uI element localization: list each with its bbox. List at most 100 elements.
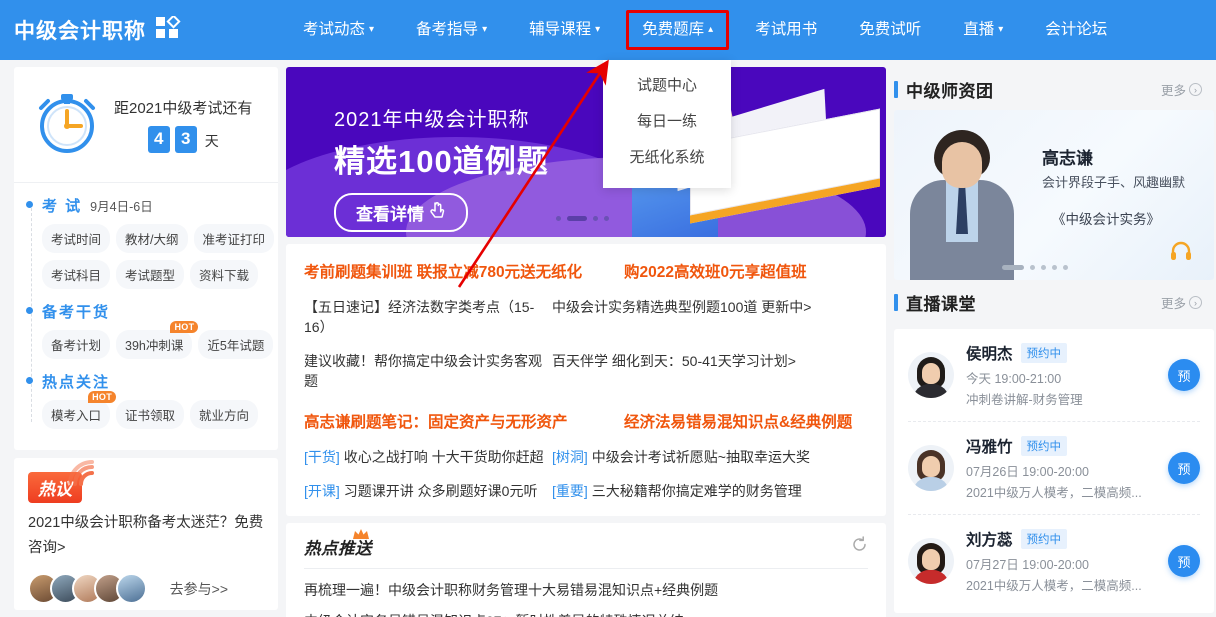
nav-item-7[interactable]: 会计论坛: [1024, 0, 1128, 60]
carousel-dot[interactable]: [1030, 265, 1035, 270]
nav-item-2[interactable]: 辅导课程 ▾: [508, 0, 621, 60]
link-tag-textbook-outline[interactable]: 教材/大纲: [116, 224, 188, 253]
push-item[interactable]: 再梳理一遍！中级会计职称财务管理十大易错易混知识点+经典例题: [304, 569, 868, 600]
live-teacher-name: 冯雅竹: [966, 439, 1013, 456]
reserve-button[interactable]: 预: [1168, 452, 1200, 484]
carousel-dot[interactable]: [556, 216, 561, 221]
nav-label: 免费题库: [642, 21, 705, 38]
link-tag-career[interactable]: 就业方向: [190, 400, 259, 429]
link-tag-question-types[interactable]: 考试题型: [116, 260, 185, 289]
carousel-dot[interactable]: [1052, 265, 1057, 270]
chevron-down-icon: ▾: [595, 24, 601, 35]
hot-discussion-text[interactable]: 2021中级会计职称备考太迷茫？免费咨询>: [28, 511, 264, 561]
news-link[interactable]: [重要] 三大秘籍帮你搞定难学的财务管理: [552, 481, 802, 501]
clock-icon: [30, 85, 104, 164]
news-link[interactable]: 中级会计实务精选典型例题100道 更新中>: [552, 297, 811, 337]
news-highlight-0[interactable]: 考前刷题集训班 联报立减780元送无纸化: [304, 260, 624, 282]
reserve-button[interactable]: 预: [1168, 545, 1200, 577]
link-tag-past-papers[interactable]: 近5年试题: [198, 330, 274, 359]
bullet-icon: [26, 377, 33, 384]
nav-item-free-question-bank[interactable]: 免费题库 ▴: [621, 0, 734, 60]
main-content: 经典 2021年中级会计职称 精选100道例题 查看详情: [286, 67, 886, 617]
live-item-top: 侯明杰 预约中: [966, 342, 1162, 364]
nav-item-0[interactable]: 考试动态 ▾: [282, 0, 395, 60]
live-section-more-link[interactable]: 更多 ›: [1161, 293, 1202, 312]
teacher-photo: [898, 118, 1026, 280]
live-item-info: 刘方蕊 预约中 07月27日 19:00-20:00 2021中级万人模考，二模…: [966, 528, 1162, 594]
nav-item-6[interactable]: 直播 ▾: [942, 0, 1024, 60]
carousel-dot[interactable]: [604, 216, 609, 221]
countdown-unit: 天: [204, 132, 219, 149]
live-list-item[interactable]: 冯雅竹 预约中 07月26日 19:00-20:00 2021中级万人模考，二模…: [908, 421, 1200, 514]
banner-line1: 2021年中级会计职称: [334, 109, 530, 131]
nav-item-5[interactable]: 免费试听: [838, 0, 942, 60]
news-highlight-row: 考前刷题集训班 联报立减780元送无纸化 购2022高效班0元享超值班: [304, 254, 868, 290]
link-tag-39h-sprint[interactable]: 39h冲刺课 HOT: [116, 321, 199, 359]
link-tag-exam-subjects[interactable]: 考试科目: [42, 260, 111, 289]
nav-item-1[interactable]: 备考指导 ▾: [395, 0, 508, 60]
live-time: 07月26日 19:00-20:00: [966, 465, 1090, 479]
live-item-info: 侯明杰 预约中 今天 19:00-21:00 冲刺卷讲解-财务管理: [966, 342, 1162, 408]
news-tag: [树洞]: [552, 449, 588, 465]
news-link[interactable]: 建议收藏！帮你搞定中级会计实务客观题: [304, 351, 552, 391]
teacher-card[interactable]: 高志谦 会计界段子手、风趣幽默 《中级会计实务》: [894, 110, 1214, 280]
live-subject: 冲刺卷讲解-财务管理: [966, 393, 1083, 407]
nav-label: 免费试听: [859, 21, 922, 38]
live-item-info: 冯雅竹 预约中 07月26日 19:00-20:00 2021中级万人模考，二模…: [966, 435, 1162, 501]
link-row: 备考计划 39h冲刺课 HOT 近5年试题: [14, 321, 278, 359]
signal-icon: [66, 458, 100, 493]
news-row: 【五日速记】经济法数字类考点（15-16） 中级会计实务精选典型例题100道 更…: [304, 290, 868, 344]
carousel-dot[interactable]: [1063, 265, 1068, 270]
news-highlight-2[interactable]: 高志谦刷题笔记：固定资产与无形资产: [304, 410, 624, 432]
news-tag: [重要]: [552, 483, 588, 499]
news-link[interactable]: [干货] 收心之战打响 十大干货助你赶超: [304, 447, 552, 467]
live-list-item[interactable]: 刘方蕊 预约中 07月27日 19:00-20:00 2021中级万人模考，二模…: [908, 514, 1200, 607]
link-tag-materials-download[interactable]: 资料下载: [190, 260, 259, 289]
link-tag-certificate[interactable]: 证书领取: [116, 400, 185, 429]
logo[interactable]: 中级会计职称: [14, 13, 182, 45]
join-discussion-link[interactable]: 去参与>>: [170, 579, 228, 599]
link-tag-mock-exam[interactable]: 模考入口 HOT: [42, 391, 117, 429]
headset-icon[interactable]: [1170, 241, 1192, 266]
link-row: 考试科目 考试题型 资料下载: [14, 260, 278, 289]
banner-cta-button[interactable]: 查看详情: [334, 193, 468, 232]
dropdown-item-question-center[interactable]: 试题中心: [603, 68, 731, 104]
news-link[interactable]: [树洞] 中级会计考试祈愿贴~抽取幸运大奖: [552, 447, 810, 467]
news-highlight-1[interactable]: 购2022高效班0元享超值班: [624, 260, 807, 282]
carousel-dot[interactable]: [1041, 265, 1046, 270]
hot-badge: HOT: [88, 391, 117, 403]
live-list-item[interactable]: 侯明杰 预约中 今天 19:00-21:00 冲刺卷讲解-财务管理 预: [908, 329, 1200, 421]
carousel-dot[interactable]: [593, 216, 598, 221]
carousel-dot-active[interactable]: [1002, 265, 1024, 270]
nav-item-4[interactable]: 考试用书: [734, 0, 838, 60]
link-tag-study-plan[interactable]: 备考计划: [42, 330, 111, 359]
reserve-button[interactable]: 预: [1168, 359, 1200, 391]
news-highlight-3[interactable]: 经济法易错易混知识点&经典例题: [624, 410, 852, 432]
chevron-right-icon: ›: [1189, 83, 1202, 96]
logo-text: 中级会计职称: [14, 20, 146, 43]
push-item[interactable]: 中级会计实务易错易混知识点07：暂时性差异的特殊情况总结: [304, 600, 868, 617]
avatar-face: [922, 549, 940, 570]
refresh-icon[interactable]: [851, 536, 868, 558]
nav-label: 会计论坛: [1045, 21, 1108, 38]
promo-banner[interactable]: 经典 2021年中级会计职称 精选100道例题 查看详情: [286, 67, 886, 237]
teacher-section-more-link[interactable]: 更多 ›: [1161, 80, 1202, 99]
news-link[interactable]: 【五日速记】经济法数字类考点（15-16）: [304, 297, 552, 337]
left-sidebar: 距2021中级考试还有 4 3 天 考 试 9月4日-6日 考试时间 教材/大纲…: [14, 67, 278, 617]
news-link[interactable]: [开课] 习题课开讲 众多刷题好课0元听: [304, 481, 552, 501]
dropdown-item-daily-practice[interactable]: 每日一练: [603, 104, 731, 140]
avatar-face: [922, 363, 940, 384]
hand-pointer-icon: [430, 201, 446, 224]
link-tag-exam-time[interactable]: 考试时间: [42, 224, 111, 253]
news-card: 考前刷题集训班 联报立减780元送无纸化 购2022高效班0元享超值班 【五日速…: [286, 244, 886, 516]
more-label: 更多: [1160, 297, 1186, 311]
news-link[interactable]: 百天伴学 细化到天：50-41天学习计划>: [552, 351, 796, 391]
news-highlight-row-2: 高志谦刷题笔记：固定资产与无形资产 经济法易错易混知识点&经典例题: [304, 398, 868, 440]
link-group-title: 考 试: [42, 198, 83, 215]
dropdown-item-paperless-system[interactable]: 无纸化系统: [603, 140, 731, 176]
nav-label: 考试用书: [755, 21, 818, 38]
link-tag-admission-ticket[interactable]: 准考证打印: [193, 224, 275, 253]
left-main-card: 距2021中级考试还有 4 3 天 考 试 9月4日-6日 考试时间 教材/大纲…: [14, 67, 278, 450]
carousel-dot-active[interactable]: [567, 216, 587, 221]
nav-label: 直播: [963, 21, 995, 38]
